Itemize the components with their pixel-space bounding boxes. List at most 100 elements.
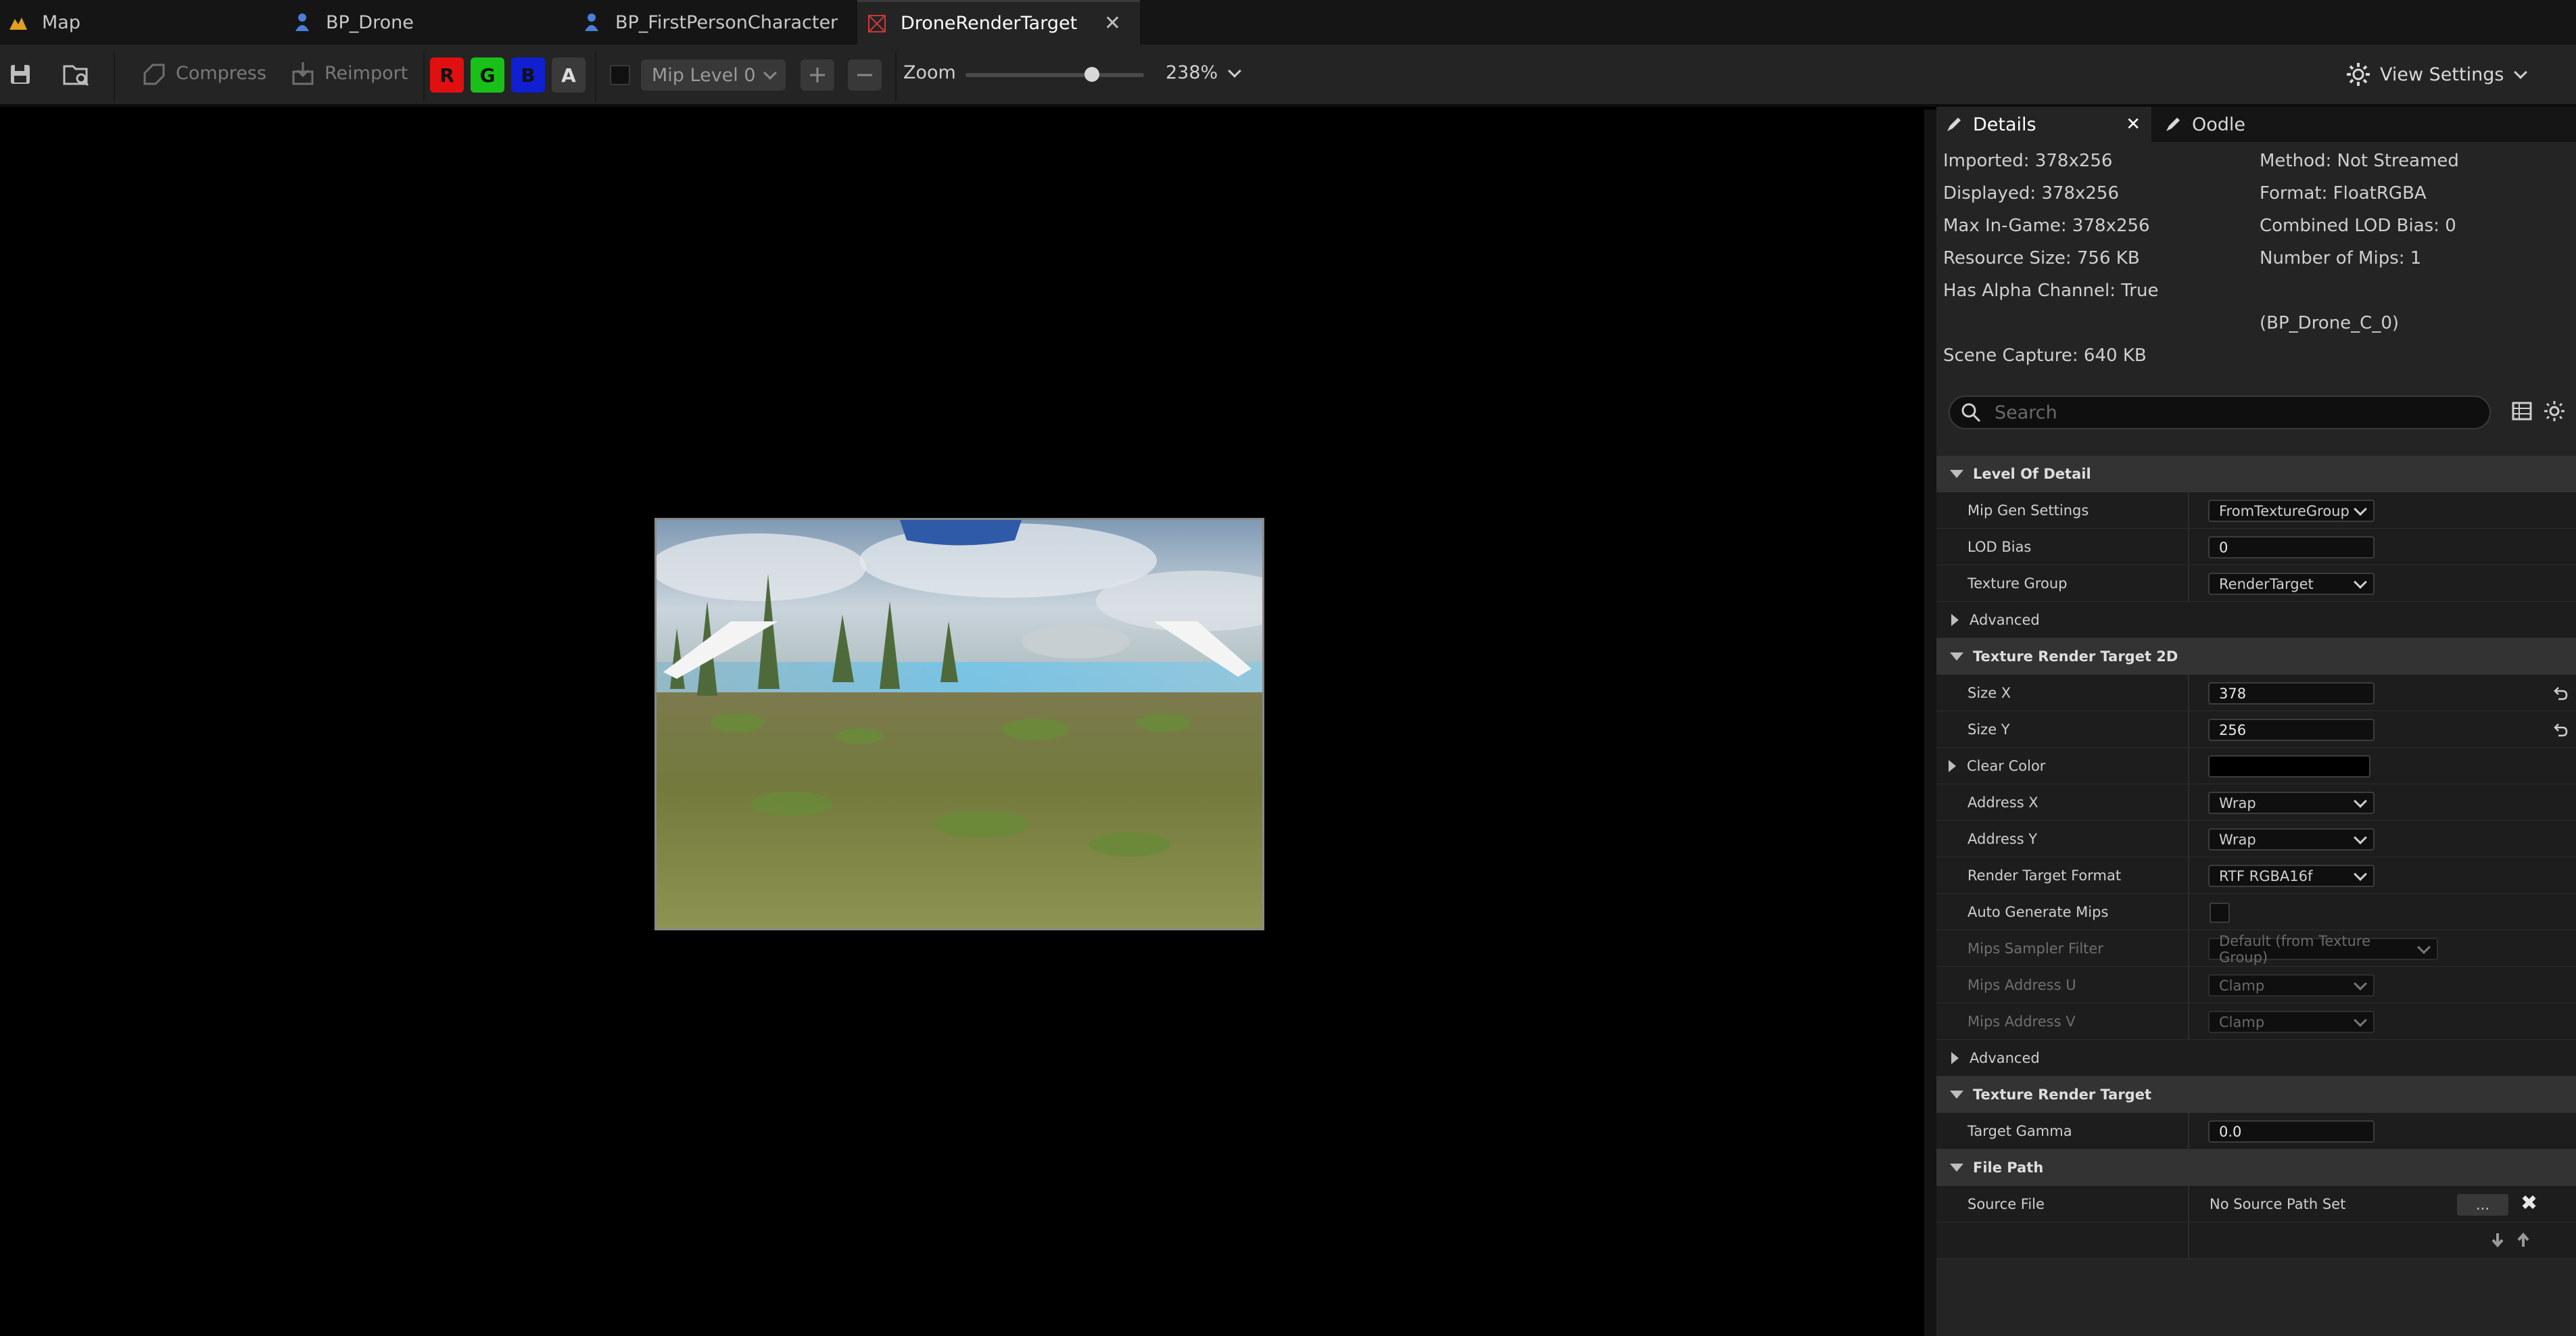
prop-source-file: Source File No Source Path Set ... ✖ bbox=[1936, 1186, 2576, 1222]
tab-bp-firstpersoncharacter[interactable]: BP_FirstPersonCharacter bbox=[575, 0, 859, 45]
zoom-value: 238% bbox=[1166, 62, 1218, 83]
plus-icon bbox=[810, 68, 825, 82]
details-panel: Details ✕ Oodle Imported: 378x256 Displa… bbox=[1936, 107, 2576, 1336]
info-max-in-game: Max In-Game: 378x256 bbox=[1943, 216, 2150, 236]
tab-oodle-label: Oodle bbox=[2192, 114, 2246, 135]
mips-sampler-filter-dropdown[interactable]: Default (from Texture Group) bbox=[2208, 933, 2438, 965]
tab-label: BP_FirstPersonCharacter bbox=[615, 11, 838, 33]
info-has-alpha: Has Alpha Channel: True bbox=[1943, 281, 2159, 301]
prop-label: Mip Gen Settings bbox=[1967, 502, 2089, 519]
reset-to-default-icon[interactable] bbox=[2552, 721, 2569, 742]
chevron-down-icon bbox=[763, 66, 777, 80]
arrow-up-icon[interactable] bbox=[2514, 1231, 2533, 1253]
prop-source-file-actions bbox=[1936, 1222, 2576, 1259]
address-y-dropdown[interactable]: Wrap bbox=[2208, 828, 2375, 851]
tab-details[interactable]: Details ✕ bbox=[1936, 107, 2151, 142]
prop-mips-address-v: Mips Address V Clamp bbox=[1936, 1003, 2576, 1040]
mip-gen-settings-dropdown[interactable]: FromTextureGroup bbox=[2208, 500, 2375, 522]
panel-splitter[interactable] bbox=[1924, 110, 1936, 1336]
tab-oodle[interactable]: Oodle bbox=[2155, 107, 2291, 142]
tab-bp-drone[interactable]: BP_Drone bbox=[277, 0, 575, 45]
zoom-dropdown[interactable]: 238% bbox=[1166, 62, 1242, 83]
info-displayed: Displayed: 378x256 bbox=[1943, 183, 2119, 204]
table-view-icon[interactable] bbox=[2511, 400, 2533, 425]
green-channel-toggle[interactable]: G bbox=[471, 57, 504, 93]
chevron-down-icon bbox=[2354, 575, 2367, 589]
prop-clear-color: Clear Color bbox=[1936, 748, 2576, 784]
prop-render-target-format: Render Target Format RTF RGBA16f bbox=[1936, 857, 2576, 894]
zoom-in-button[interactable] bbox=[801, 59, 834, 91]
reimport-icon bbox=[292, 62, 314, 85]
view-settings-button[interactable]: View Settings bbox=[2345, 61, 2528, 88]
expand-arrow-icon bbox=[1949, 760, 1956, 772]
mip-level-checkbox[interactable] bbox=[610, 65, 630, 85]
tab-dronerendertarget[interactable]: DroneRenderTarget ✕ bbox=[857, 0, 1140, 45]
expand-arrow-icon bbox=[1951, 613, 1959, 626]
render-target-preview-image bbox=[654, 518, 1264, 930]
expand-arrow-icon bbox=[1950, 470, 1963, 478]
compress-icon bbox=[143, 64, 165, 85]
prop-texture-group: Texture Group RenderTarget bbox=[1936, 565, 2576, 602]
section-file-path[interactable]: File Path bbox=[1936, 1149, 2576, 1186]
mips-address-u-dropdown[interactable]: Clamp bbox=[2208, 974, 2375, 997]
prop-label: Render Target Format bbox=[1967, 867, 2122, 884]
info-resource-size: Resource Size: 756 KB bbox=[1943, 248, 2140, 268]
red-channel-toggle[interactable]: R bbox=[430, 57, 464, 93]
clear-source-file-icon[interactable]: ✖ bbox=[2521, 1191, 2537, 1215]
mip-level-dropdown[interactable]: Mip Level 0 bbox=[641, 59, 786, 91]
section-texture-render-target-2d[interactable]: Texture Render Target 2D bbox=[1936, 638, 2576, 675]
prop-label: Mips Sampler Filter bbox=[1967, 940, 2103, 957]
info-imported: Imported: 378x256 bbox=[1943, 151, 2113, 171]
address-x-dropdown[interactable]: Wrap bbox=[2208, 792, 2375, 814]
chevron-down-icon bbox=[2417, 940, 2431, 954]
auto-generate-mips-checkbox[interactable] bbox=[2210, 903, 2230, 923]
reimport-button[interactable]: Reimport bbox=[289, 61, 408, 85]
tab-map[interactable]: Map bbox=[0, 0, 277, 45]
close-tab-icon[interactable]: ✕ bbox=[2126, 114, 2141, 135]
clear-color-swatch[interactable] bbox=[2208, 755, 2370, 778]
prop-mip-gen-settings: Mip Gen Settings FromTextureGroup bbox=[1936, 492, 2576, 529]
zoom-out-button[interactable] bbox=[848, 59, 882, 91]
alpha-channel-toggle[interactable]: A bbox=[552, 57, 586, 93]
prop-label: Mips Address V bbox=[1967, 1013, 2076, 1030]
tab-label: BP_Drone bbox=[326, 11, 414, 33]
zoom-slider[interactable] bbox=[965, 67, 1144, 82]
expand-arrow-icon bbox=[1950, 652, 1963, 661]
save-icon[interactable] bbox=[8, 62, 32, 87]
document-tab-bar: Map BP_Drone BP_FirstPersonCharacter Dro… bbox=[0, 0, 2576, 45]
blue-channel-toggle[interactable]: B bbox=[511, 57, 545, 93]
render-target-format-dropdown[interactable]: RTF RGBA16f bbox=[2208, 865, 2375, 887]
prop-label: Auto Generate Mips bbox=[1967, 904, 2109, 920]
prop-label: Source File bbox=[1967, 1196, 2045, 1212]
search-input[interactable] bbox=[1993, 401, 2466, 424]
prop-mips-address-u: Mips Address U Clamp bbox=[1936, 967, 2576, 1003]
mips-address-v-dropdown[interactable]: Clamp bbox=[2208, 1011, 2375, 1033]
pencil-icon bbox=[1947, 118, 1961, 131]
close-tab-icon[interactable]: ✕ bbox=[1104, 11, 1121, 35]
prop-size-x: Size X 378 bbox=[1936, 675, 2576, 711]
reset-to-default-icon[interactable] bbox=[2552, 684, 2569, 705]
map-icon bbox=[7, 11, 30, 34]
lod-bias-input[interactable]: 0 bbox=[2208, 536, 2375, 558]
info-owner: (BP_Drone_C_0) bbox=[2260, 313, 2400, 333]
toolbar-divider bbox=[595, 51, 596, 101]
size-x-input[interactable]: 378 bbox=[2208, 682, 2375, 705]
section-level-of-detail[interactable]: Level Of Detail bbox=[1936, 456, 2576, 492]
section-texture-render-target[interactable]: Texture Render Target bbox=[1936, 1076, 2576, 1113]
compress-button[interactable]: Compress bbox=[141, 61, 266, 85]
texture-group-dropdown[interactable]: RenderTarget bbox=[2208, 573, 2375, 595]
target-gamma-input[interactable]: 0.0 bbox=[2208, 1120, 2375, 1143]
browse-asset-icon[interactable] bbox=[62, 61, 91, 88]
arrow-down-icon[interactable] bbox=[2488, 1231, 2507, 1253]
prop-label: Address X bbox=[1967, 794, 2038, 811]
size-y-input[interactable]: 256 bbox=[2208, 719, 2375, 741]
prop-auto-generate-mips: Auto Generate Mips bbox=[1936, 894, 2576, 930]
settings-gear-icon[interactable] bbox=[2542, 399, 2567, 426]
prop-mips-sampler-filter: Mips Sampler Filter Default (from Textur… bbox=[1936, 930, 2576, 967]
blueprint-icon bbox=[291, 11, 314, 34]
info-combined-lod-bias: Combined LOD Bias: 0 bbox=[2260, 216, 2456, 236]
advanced-render-target-group[interactable]: Advanced bbox=[1936, 1040, 2576, 1076]
advanced-lod-group[interactable]: Advanced bbox=[1936, 602, 2576, 638]
details-search-box[interactable] bbox=[1949, 396, 2491, 429]
browse-source-file-button[interactable]: ... bbox=[2457, 1194, 2508, 1216]
